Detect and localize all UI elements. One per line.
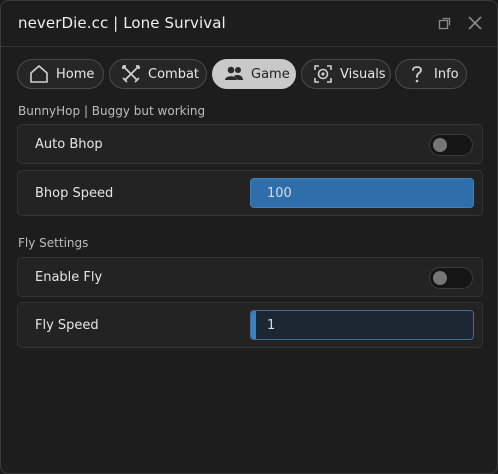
window: neverDie.cc | Lone Survival Home Combat … [0, 0, 498, 474]
tab-combat[interactable]: Combat [109, 59, 207, 89]
question-icon [406, 63, 428, 85]
auto-bhop-toggle[interactable] [429, 134, 473, 156]
target-icon [312, 63, 334, 85]
tab-combat-label: Combat [148, 66, 200, 82]
enable-fly-toggle[interactable] [429, 267, 473, 289]
tab-visuals[interactable]: Visuals [301, 59, 391, 89]
home-icon [28, 63, 50, 85]
bhop-speed-row: Bhop Speed 100 [17, 170, 483, 216]
tab-visuals-label: Visuals [340, 66, 386, 82]
toggle-knob [433, 138, 447, 152]
auto-bhop-label: Auto Bhop [35, 137, 103, 152]
tab-game-label: Game [251, 66, 290, 82]
fly-speed-row: Fly Speed 1 [17, 302, 483, 348]
close-icon[interactable] [467, 15, 483, 31]
enable-fly-row[interactable]: Enable Fly [17, 257, 483, 297]
fly-speed-slider[interactable]: 1 [250, 310, 474, 340]
fly-speed-value: 1 [267, 318, 276, 333]
tab-home[interactable]: Home [17, 59, 104, 89]
section-title-bunnyhop: BunnyHop | Buggy but working [18, 104, 206, 118]
restore-icon[interactable] [437, 15, 453, 31]
section-title-fly: Fly Settings [18, 236, 89, 250]
tab-info[interactable]: Info [395, 59, 467, 89]
fly-speed-label: Fly Speed [35, 318, 99, 333]
toggle-knob [433, 271, 447, 285]
bhop-speed-label: Bhop Speed [35, 186, 114, 201]
enable-fly-label: Enable Fly [35, 270, 103, 285]
auto-bhop-row[interactable]: Auto Bhop [17, 124, 483, 164]
title-bar[interactable]: neverDie.cc | Lone Survival [1, 1, 497, 47]
users-icon [223, 63, 245, 85]
fly-speed-fill [251, 311, 256, 339]
tab-info-label: Info [434, 66, 459, 82]
window-title: neverDie.cc | Lone Survival [18, 14, 226, 32]
bhop-speed-slider[interactable]: 100 [250, 178, 474, 208]
crossed-swords-icon [120, 63, 142, 85]
bhop-speed-value: 100 [267, 186, 292, 201]
tab-game[interactable]: Game [212, 59, 296, 89]
tab-home-label: Home [56, 66, 95, 82]
